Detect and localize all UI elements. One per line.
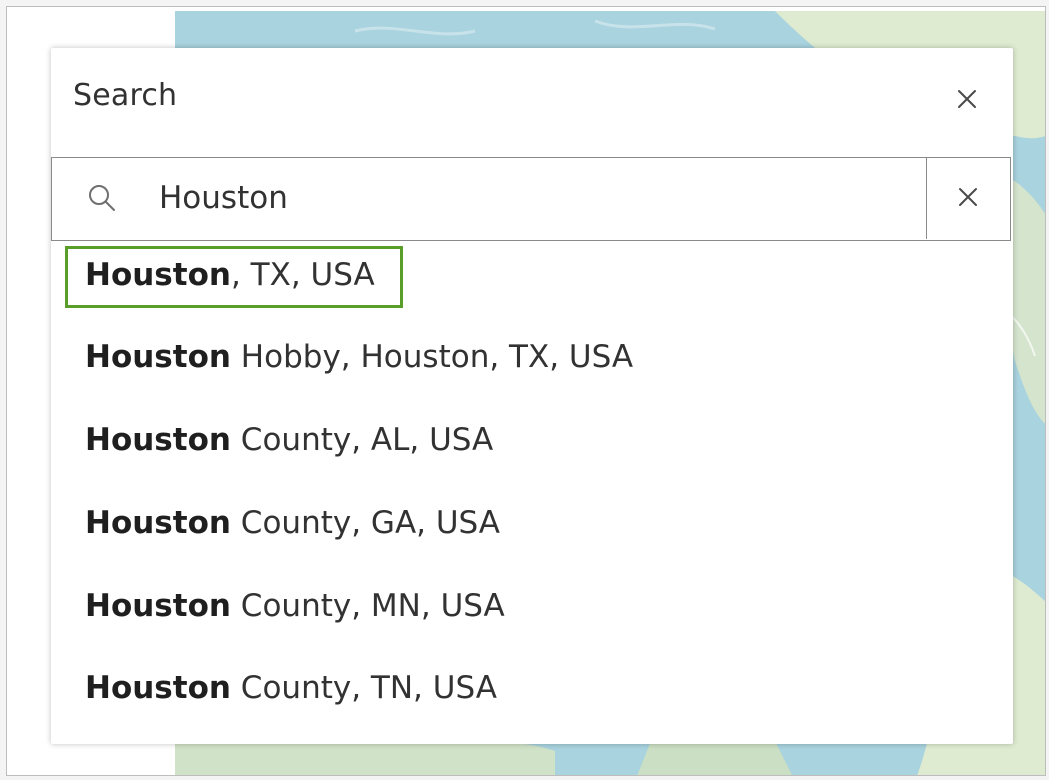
suggestion-item[interactable]: Houston County, MN, USA — [85, 588, 505, 624]
suggestion-match: Houston — [85, 670, 231, 706]
suggestion-item[interactable]: Houston County, TN, USA — [85, 670, 497, 706]
close-icon[interactable] — [953, 85, 981, 113]
clear-icon — [959, 188, 977, 206]
suggestion-rest: County, GA, USA — [230, 505, 501, 541]
suggestion-rest: County, AL, USA — [230, 422, 494, 458]
panel-title: Search — [73, 78, 178, 113]
suggestion-item[interactable]: Houston, TX, USA — [85, 257, 375, 293]
suggestion-item[interactable]: Houston County, AL, USA — [85, 422, 493, 458]
suggestion-match: Houston — [85, 257, 231, 293]
suggestion-match: Houston — [85, 422, 231, 458]
suggestion-match: Houston — [85, 588, 231, 624]
suggestion-match: Houston — [85, 505, 231, 541]
clear-search-button[interactable] — [926, 158, 1010, 239]
search-input[interactable] — [159, 174, 899, 222]
app-frame: Search Houston, TX, US — [6, 6, 1046, 776]
suggestion-rest: , TX, USA — [230, 257, 375, 293]
suggestion-match: Houston — [85, 339, 231, 375]
suggestion-rest: Hobby, Houston, TX, USA — [230, 339, 634, 375]
suggestion-item[interactable]: Houston County, GA, USA — [85, 505, 500, 541]
search-box — [51, 157, 1011, 241]
search-panel: Search Houston, TX, US — [51, 48, 1013, 744]
suggestion-rest: County, TN, USA — [230, 670, 497, 706]
search-icon — [86, 182, 118, 214]
suggestion-item[interactable]: Houston Hobby, Houston, TX, USA — [85, 339, 633, 375]
suggestion-rest: County, MN, USA — [230, 588, 505, 624]
